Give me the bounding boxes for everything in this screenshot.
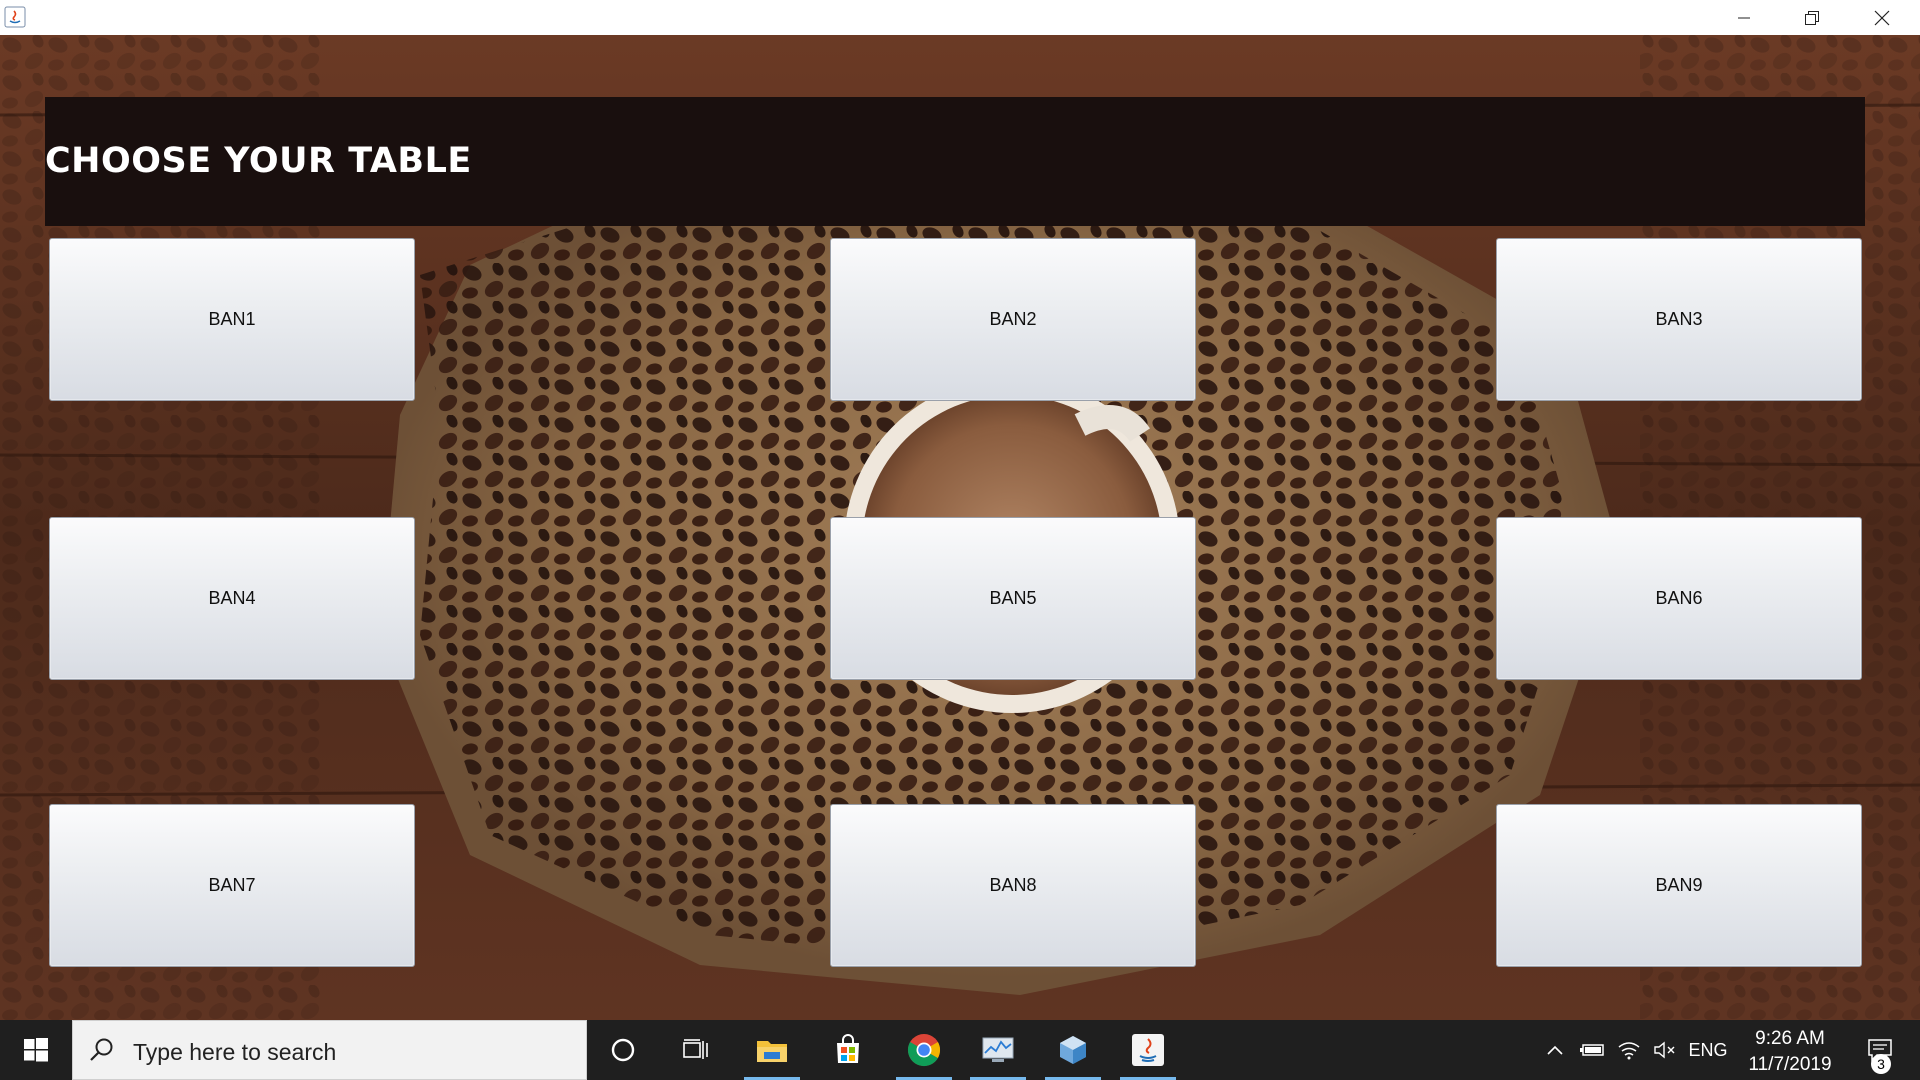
table-button-ban5[interactable]: BAN5 (830, 517, 1196, 680)
system-clock[interactable]: 9:26 AM 11/7/2019 (1730, 1026, 1850, 1078)
close-button[interactable] (1848, 0, 1916, 35)
notification-count-badge: 3 (1871, 1054, 1891, 1074)
taskbar-search-box[interactable]: Type here to search (72, 1020, 587, 1080)
file-explorer-icon (757, 1041, 787, 1062)
search-placeholder: Type here to search (133, 1039, 337, 1065)
minimize-button[interactable] (1710, 0, 1778, 35)
task-view-button[interactable] (658, 1020, 734, 1080)
restore-icon (1805, 10, 1819, 25)
volume-button[interactable] (1648, 1020, 1682, 1080)
file-explorer-button[interactable] (734, 1020, 810, 1080)
java-app-button[interactable] (1110, 1020, 1186, 1080)
table-button-ban4[interactable]: BAN4 (49, 517, 415, 680)
chrome-icon (907, 1034, 941, 1067)
input-language-button[interactable]: ENG (1685, 1020, 1731, 1080)
window-title-bar (0, 0, 1920, 35)
minimize-icon (1738, 17, 1750, 18)
table-button-ban1[interactable]: BAN1 (49, 238, 415, 401)
microsoft-store-icon (837, 1034, 859, 1063)
table-button-ban6[interactable]: BAN6 (1496, 517, 1862, 680)
table-button-ban2[interactable]: BAN2 (830, 238, 1196, 401)
volume-muted-icon (1654, 1041, 1675, 1059)
main-window: CHOOSE YOUR TABLE BAN1 BAN2 BAN3 BAN4 BA… (0, 35, 1920, 1020)
virtualbox-icon (1060, 1036, 1086, 1064)
table-button-ban7[interactable]: BAN7 (49, 804, 415, 967)
start-button[interactable] (0, 1020, 72, 1080)
clock-date: 11/7/2019 (1748, 1054, 1832, 1075)
close-icon (1874, 10, 1890, 25)
battery-button[interactable] (1575, 1020, 1609, 1080)
table-button-ban3[interactable]: BAN3 (1496, 238, 1862, 401)
chrome-button[interactable] (886, 1020, 962, 1080)
java-app-icon (4, 6, 26, 28)
battery-icon (1580, 1044, 1604, 1056)
header-band: CHOOSE YOUR TABLE (45, 97, 1865, 226)
taskbar: Type here to search ENG 9:26 AM 11/7/201… (0, 1020, 1920, 1080)
java-icon (1132, 1034, 1164, 1066)
language-indicator: ENG (1688, 1039, 1728, 1060)
table-button-ban9[interactable]: BAN9 (1496, 804, 1862, 967)
task-view-icon (683, 1039, 708, 1059)
page-title: CHOOSE YOUR TABLE (45, 141, 472, 181)
windows-logo-icon (24, 1038, 48, 1062)
cortana-button[interactable] (585, 1020, 661, 1080)
clock-time: 9:26 AM (1755, 1028, 1825, 1049)
chevron-up-icon (1547, 1045, 1563, 1055)
table-button-ban8[interactable]: BAN8 (830, 804, 1196, 967)
cortana-icon (611, 1038, 635, 1062)
network-button[interactable] (1612, 1020, 1646, 1080)
show-hidden-icons-button[interactable] (1540, 1020, 1570, 1080)
restore-button[interactable] (1778, 0, 1846, 35)
virtualbox-button[interactable] (1035, 1020, 1111, 1080)
search-icon (90, 1038, 113, 1061)
performance-monitor-button[interactable] (960, 1020, 1036, 1080)
microsoft-store-button[interactable] (810, 1020, 886, 1080)
performance-monitor-icon (982, 1037, 1014, 1062)
wifi-icon (1618, 1042, 1640, 1060)
